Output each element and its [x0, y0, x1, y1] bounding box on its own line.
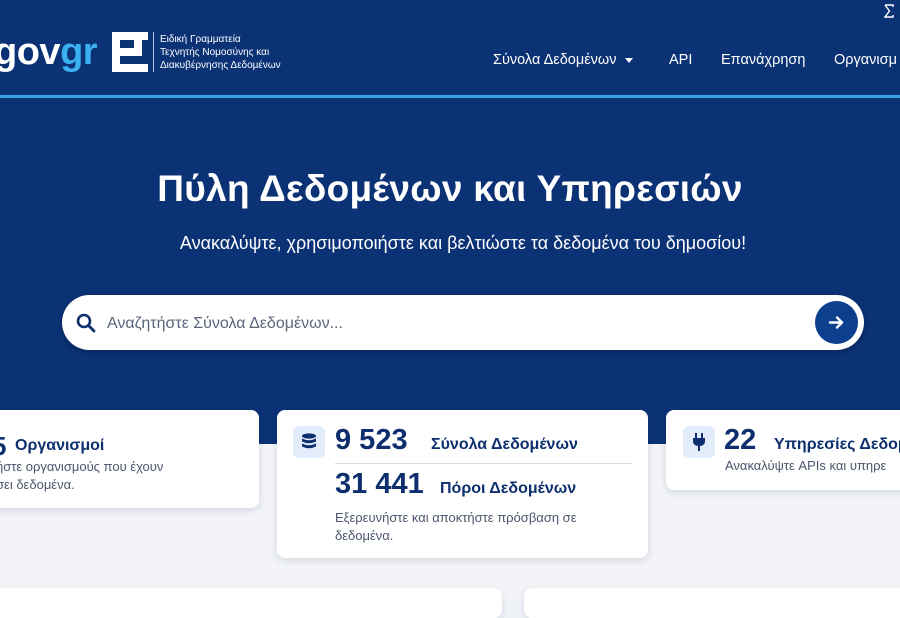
- hero-subtitle: Ανακαλύψτε, χρησιμοποιήστε και βελτιώστε…: [179, 233, 747, 253]
- lower-section-card-right: [524, 588, 900, 618]
- lower-section-card-left: [0, 588, 502, 618]
- nav-datasets-dropdown[interactable]: Σύνολα Δεδομένων: [493, 52, 633, 68]
- plug-icon: [693, 433, 705, 451]
- site-header: govgr Ειδική Γραμματεία Τεχνητής Νομοσύν…: [0, 0, 900, 98]
- datasets-description: Εξερευνήστε και αποκτήστε πρόσβαση σε δε…: [335, 510, 577, 543]
- organizations-card[interactable]: 5 Οργανισμοί ήστε οργανισμούς που έχουν …: [0, 410, 259, 508]
- card-divider: [335, 463, 632, 464]
- sigma-icon[interactable]: [884, 4, 894, 18]
- nav-reuse[interactable]: Επανάχρηση: [721, 52, 805, 68]
- search-submit-button[interactable]: [815, 301, 858, 344]
- search-icon: [76, 313, 96, 333]
- services-label: Υπηρεσίες Δεδομ: [774, 436, 900, 453]
- nav-api[interactable]: API: [669, 52, 692, 68]
- nav-organizations[interactable]: Οργανισμ: [834, 52, 897, 68]
- resources-label: Πόροι Δεδομένων: [440, 480, 577, 497]
- search-bar: [62, 295, 864, 350]
- secretariat-logo-icon: [112, 32, 148, 72]
- caret-down-icon: [624, 57, 633, 63]
- resources-count: 31 441: [335, 468, 424, 500]
- datasets-card[interactable]: 9 523 Σύνολα Δεδομένων 31 441 Πόροι Δεδο…: [277, 410, 648, 558]
- search-input[interactable]: [105, 309, 799, 339]
- datasets-count: 9 523: [335, 424, 408, 456]
- database-icon-tile: [293, 426, 325, 458]
- datasets-label: Σύνολα Δεδομένων: [431, 436, 578, 453]
- organizations-label: Οργανισμοί: [15, 437, 105, 454]
- services-card[interactable]: 22 Υπηρεσίες Δεδομ Ανακαλύψτε APIs και υ…: [666, 410, 900, 490]
- services-count: 22: [724, 424, 757, 456]
- database-icon: [302, 433, 316, 449]
- secretariat-name: Ειδική Γραμματεία Τεχνητής Νομοσύνης και…: [160, 34, 281, 71]
- organizations-description: ήστε οργανισμούς που έχουν σει δεδομένα.: [0, 459, 164, 492]
- govgr-logo[interactable]: govgr: [0, 30, 98, 74]
- plug-icon-tile: [683, 426, 715, 458]
- logo-divider: [153, 32, 154, 72]
- arrow-right-icon: [828, 316, 844, 329]
- hero-title: Πύλη Δεδομένων και Υπηρεσιών: [157, 168, 743, 209]
- services-description: Ανακαλύψτε APIs και υπηρε: [725, 458, 887, 473]
